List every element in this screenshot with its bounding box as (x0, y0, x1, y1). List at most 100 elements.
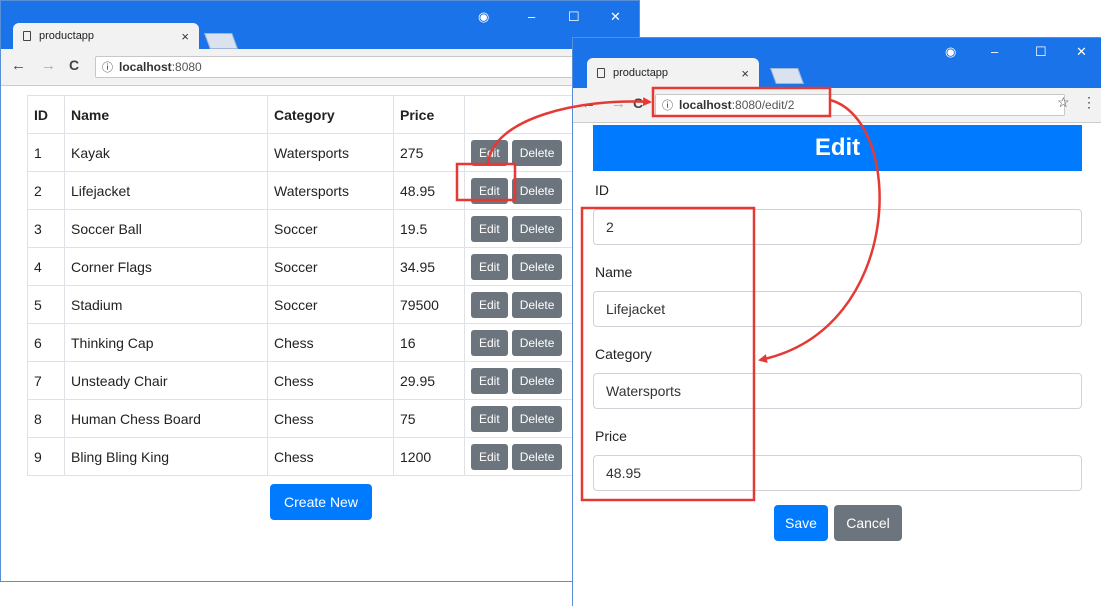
tab-close-icon[interactable]: × (181, 29, 189, 44)
category-field[interactable]: Watersports (593, 373, 1082, 409)
edit-button[interactable]: Edit (471, 443, 508, 470)
menu-icon[interactable]: ⋮ (1082, 94, 1096, 111)
page-title: Edit (593, 125, 1082, 171)
delete-button[interactable]: Delete (511, 139, 563, 166)
delete-button[interactable]: Delete (511, 215, 563, 242)
minimize-icon[interactable]: – (991, 44, 998, 59)
forward-icon[interactable]: → (611, 95, 626, 112)
cell-name: Stadium (64, 285, 268, 324)
edit-button[interactable]: Edit (471, 215, 508, 242)
reload-icon[interactable]: C (633, 95, 643, 111)
table-row: 2 Lifejacket Watersports 48.95 Edit Delet… (27, 171, 582, 210)
browser-window-list: productapp × ◉ – ☐ ✕ ← → C ⓘ localhost :… (0, 0, 640, 582)
edit-button[interactable]: Edit (471, 329, 508, 356)
category-label: Category (595, 346, 652, 362)
maximize-icon[interactable]: ☐ (1035, 44, 1047, 60)
column-header-actions (464, 95, 582, 134)
toolbar: ← → C ⓘ localhost :8080 (1, 49, 639, 86)
url-path: :8080 (171, 60, 202, 74)
page-icon (597, 68, 605, 78)
info-icon[interactable]: ⓘ (102, 59, 113, 75)
edit-button[interactable]: Edit (471, 177, 508, 204)
account-icon[interactable]: ◉ (478, 9, 489, 25)
back-icon[interactable]: ← (581, 95, 596, 112)
cell-id: 8 (27, 399, 65, 438)
cell-category: Watersports (267, 133, 394, 172)
browser-window-edit: productapp × ◉ – ☐ ✕ ← → C ⓘ localhost :… (572, 37, 1101, 606)
cell-price: 34.95 (393, 247, 465, 286)
tab-title: productapp (613, 67, 669, 79)
account-icon[interactable]: ◉ (945, 44, 956, 60)
browser-tab[interactable]: productapp × (13, 23, 199, 49)
table-row: 3 Soccer Ball Soccer 19.5 Edit Delete (27, 209, 582, 248)
star-icon[interactable]: ☆ (1057, 94, 1070, 111)
new-tab-button[interactable] (770, 68, 804, 84)
products-table: ID Name Category Price 1 Kayak Waterspor… (27, 95, 582, 476)
cell-actions: Edit Delete (464, 171, 582, 210)
url-path: :8080/edit/2 (731, 98, 795, 112)
cell-price: 16 (393, 323, 465, 362)
new-tab-button[interactable] (204, 33, 238, 49)
delete-button[interactable]: Delete (511, 177, 563, 204)
column-header-price: Price (393, 95, 465, 134)
table-row: 6 Thinking Cap Chess 16 Edit Delete (27, 323, 582, 362)
title-bar: productapp × ◉ – ☐ ✕ (1, 1, 639, 49)
delete-button[interactable]: Delete (511, 367, 563, 394)
cell-name: Bling Bling King (64, 437, 268, 476)
forward-icon[interactable]: → (41, 57, 56, 74)
cell-name: Unsteady Chair (64, 361, 268, 400)
url-host: localhost (679, 98, 732, 112)
cell-category: Soccer (267, 285, 394, 324)
edit-button[interactable]: Edit (471, 405, 508, 432)
minimize-icon[interactable]: – (528, 9, 535, 24)
cell-price: 29.95 (393, 361, 465, 400)
address-bar[interactable]: ⓘ localhost :8080/edit/2 (655, 94, 1065, 116)
name-field[interactable]: Lifejacket (593, 291, 1082, 327)
table-row: 7 Unsteady Chair Chess 29.95 Edit Delete (27, 361, 582, 400)
table-row: 1 Kayak Watersports 275 Edit Delete (27, 133, 582, 172)
cell-actions: Edit Delete (464, 399, 582, 438)
cell-price: 48.95 (393, 171, 465, 210)
info-icon[interactable]: ⓘ (662, 97, 673, 113)
close-window-icon[interactable]: ✕ (610, 9, 621, 25)
cell-id: 9 (27, 437, 65, 476)
close-window-icon[interactable]: ✕ (1076, 44, 1087, 60)
table-header-row: ID Name Category Price (27, 95, 582, 134)
cancel-button[interactable]: Cancel (834, 505, 902, 541)
id-field[interactable]: 2 (593, 209, 1082, 245)
address-bar[interactable]: ⓘ localhost :8080 (95, 56, 615, 78)
price-field[interactable]: 48.95 (593, 455, 1082, 491)
cell-category: Soccer (267, 209, 394, 248)
cell-name: Lifejacket (64, 171, 268, 210)
edit-button[interactable]: Edit (471, 367, 508, 394)
browser-tab[interactable]: productapp × (587, 58, 759, 88)
url-host: localhost (119, 60, 172, 74)
cell-price: 1200 (393, 437, 465, 476)
delete-button[interactable]: Delete (511, 405, 563, 432)
tab-close-icon[interactable]: × (741, 66, 749, 81)
cell-actions: Edit Delete (464, 133, 582, 172)
cell-name: Human Chess Board (64, 399, 268, 438)
cell-name: Soccer Ball (64, 209, 268, 248)
save-button[interactable]: Save (774, 505, 828, 541)
back-icon[interactable]: ← (11, 57, 26, 74)
table-row: 5 Stadium Soccer 79500 Edit Delete (27, 285, 582, 324)
edit-button[interactable]: Edit (471, 291, 508, 318)
reload-icon[interactable]: C (69, 57, 79, 73)
delete-button[interactable]: Delete (511, 329, 563, 356)
column-header-id: ID (27, 95, 65, 134)
tab-title: productapp (39, 30, 95, 42)
cell-name: Corner Flags (64, 247, 268, 286)
delete-button[interactable]: Delete (511, 291, 563, 318)
cell-price: 19.5 (393, 209, 465, 248)
delete-button[interactable]: Delete (511, 443, 563, 470)
maximize-icon[interactable]: ☐ (568, 9, 580, 25)
create-new-button[interactable]: Create New (270, 484, 372, 520)
delete-button[interactable]: Delete (511, 253, 563, 280)
edit-button[interactable]: Edit (471, 139, 508, 166)
cell-actions: Edit Delete (464, 209, 582, 248)
cell-id: 4 (27, 247, 65, 286)
id-label: ID (595, 182, 609, 198)
cell-id: 5 (27, 285, 65, 324)
edit-button[interactable]: Edit (471, 253, 508, 280)
